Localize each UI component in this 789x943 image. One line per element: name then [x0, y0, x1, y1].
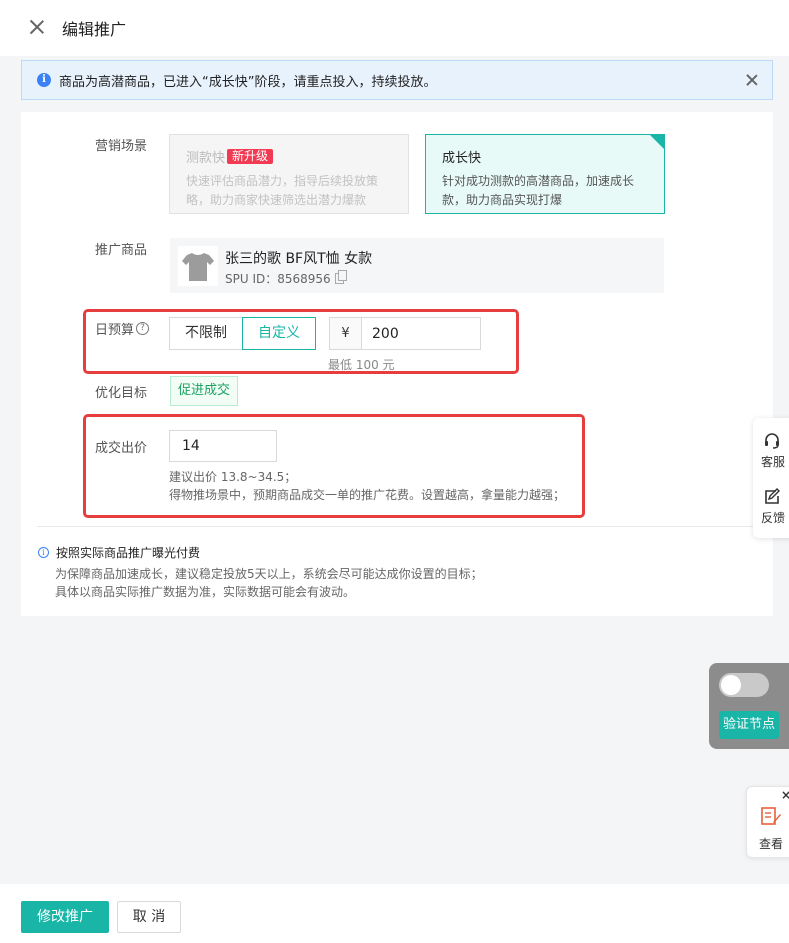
billing-note-text: 按照实际商品推广曝光付费: [56, 546, 201, 560]
scene-label: 营销场景: [95, 139, 148, 154]
scene-desc-line: 款，助力商品实现打爆: [442, 193, 563, 207]
scene-name: 成长快: [442, 151, 482, 166]
scene-desc-line: 针对成功测款的高潜商品，加速成长: [442, 174, 635, 188]
bid-hint-line: 建议出价 13.8~34.5；: [169, 470, 297, 484]
info-icon: i: [38, 547, 49, 558]
divider: [37, 526, 757, 527]
currency-symbol: ¥: [330, 318, 362, 349]
headset-icon: [765, 433, 779, 449]
verify-node-panel: 验证节点: [709, 663, 789, 749]
goal-label: 优化目标: [95, 386, 148, 401]
customer-service-button[interactable]: 客服: [753, 432, 789, 470]
document-icon: [761, 807, 781, 825]
help-icon[interactable]: ?: [136, 322, 150, 335]
product-label: 推广商品: [95, 243, 148, 258]
billing-note-line: 为保障商品加速成长，建议稳定投放5天以上，系统会尽可能达成你设置的目标；: [55, 567, 483, 581]
budget-mode-toggle: 不限制 自定义: [169, 317, 316, 350]
alert-text: 商品为高潜商品，已进入“成长快”阶段，请重点投入，持续投放。: [59, 74, 437, 90]
edit-note-icon: [765, 488, 780, 504]
feedback-button[interactable]: 反馈: [753, 488, 789, 526]
product-card: 张三的歌 BF风T恤 女款 SPU ID：8568956: [170, 238, 664, 293]
budget-amount-field: ¥: [329, 317, 481, 350]
billing-note-line: 具体以商品实际推广数据为准，实际数据可能会有波动。: [55, 585, 356, 599]
copy-icon[interactable]: [334, 270, 347, 284]
cancel-button[interactable]: 取 消: [117, 901, 181, 933]
verify-node-button[interactable]: 验证节点: [719, 711, 779, 739]
alert-close-icon[interactable]: [746, 74, 758, 86]
budget-label-text: 日预算: [95, 323, 135, 338]
billing-note-title: i 按照实际商品推广曝光付费: [38, 544, 200, 561]
page-header: 编辑推广: [0, 0, 789, 56]
scene-desc-line: 略，助力商家快速筛选出潜力爆款: [186, 193, 367, 207]
close-icon[interactable]: ×: [781, 788, 789, 802]
view-float-button[interactable]: × 查看: [746, 786, 789, 858]
product-name: 张三的歌 BF风T恤 女款: [225, 251, 373, 267]
budget-input[interactable]: [362, 318, 480, 349]
scene-desc-line: 快速评估商品潜力，指导后续投放策: [186, 174, 379, 188]
feedback-label: 反馈: [760, 511, 785, 525]
bid-input[interactable]: [169, 430, 277, 462]
info-alert: i 商品为高潜商品，已进入“成长快”阶段，请重点投入，持续投放。: [21, 60, 773, 100]
selected-corner-icon: [650, 135, 664, 149]
form-card: 营销场景 测款快 新升级 快速评估商品潜力，指导后续投放策 略，助力商家快速筛选…: [21, 112, 773, 616]
product-spu: SPU ID：8568956: [225, 270, 347, 287]
spu-id: SPU ID：8568956: [225, 272, 331, 286]
scene-option-test: 测款快 新升级 快速评估商品潜力，指导后续投放策 略，助力商家快速筛选出潜力爆款: [169, 134, 409, 214]
budget-custom-button[interactable]: 自定义: [242, 317, 316, 350]
tshirt-icon: [182, 253, 214, 281]
close-icon[interactable]: [28, 18, 46, 36]
budget-label: 日预算 ?: [95, 319, 150, 338]
scene-option-growth[interactable]: 成长快 针对成功测款的高潜商品，加速成长 款，助力商品实现打爆: [425, 134, 665, 214]
service-label: 客服: [760, 455, 785, 469]
side-float-panel: 客服 反馈: [753, 418, 789, 538]
bid-label: 成交出价: [95, 441, 148, 456]
info-icon: i: [37, 73, 51, 87]
new-badge: 新升级: [227, 149, 274, 164]
verify-toggle-switch[interactable]: [719, 673, 769, 697]
bid-hint-line: 得物推场景中，预期商品成交一单的推广花费。设置越高，拿量能力越强；: [169, 488, 566, 502]
goal-tag: 促进成交: [170, 376, 239, 406]
submit-button[interactable]: 修改推广: [21, 901, 109, 933]
budget-unlimited-button[interactable]: 不限制: [169, 317, 243, 350]
view-label: 查看: [759, 837, 784, 851]
footer-bar: 修改推广 取 消: [0, 884, 789, 943]
product-thumbnail: [178, 246, 218, 286]
page-title: 编辑推广: [62, 20, 127, 39]
scene-name: 测款快: [186, 151, 226, 166]
budget-min-hint: 最低 100 元: [328, 358, 395, 372]
switch-knob: [721, 675, 741, 695]
